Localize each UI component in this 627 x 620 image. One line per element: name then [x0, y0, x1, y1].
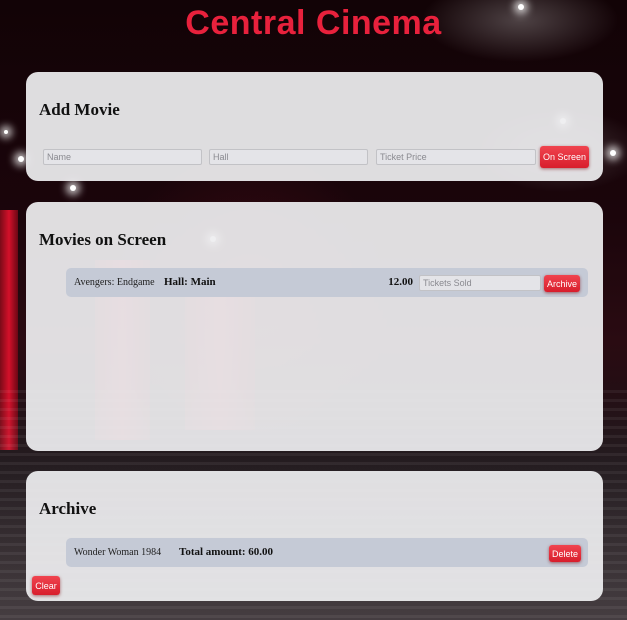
archived-total-amount: Total amount: 60.00 [179, 546, 274, 558]
light-sparkle [610, 150, 616, 156]
clear-button[interactable]: Clear [32, 576, 60, 595]
light-sparkle [4, 130, 8, 134]
movie-row: Avengers: Endgame Hall: Main 12.00 Archi… [66, 268, 588, 297]
movie-name: Avengers: Endgame [74, 277, 155, 288]
movie-hall: Hall: Main [164, 276, 216, 288]
archive-row: Wonder Woman 1984 Total amount: 60.00 De… [66, 538, 588, 567]
archive-heading: Archive [39, 499, 97, 518]
hall-input[interactable] [209, 149, 368, 165]
movies-on-screen-heading: Movies on Screen [39, 230, 167, 249]
light-sparkle [70, 185, 76, 191]
archive-button[interactable]: Archive [544, 275, 580, 292]
movie-price: 12.00 [388, 276, 413, 288]
movies-on-screen-panel: Movies on Screen Avengers: Endgame Hall:… [26, 202, 603, 451]
page-title: Central Cinema [185, 4, 442, 42]
tickets-sold-input[interactable] [419, 275, 541, 291]
delete-button[interactable]: Delete [549, 545, 581, 562]
on-screen-button[interactable]: On Screen [540, 146, 589, 168]
archived-movie-name: Wonder Woman 1984 [74, 547, 162, 558]
add-movie-panel: Add Movie On Screen [26, 72, 603, 181]
ticket-price-input[interactable] [376, 149, 536, 165]
archive-panel: Archive Wonder Woman 1984 Total amount: … [26, 471, 603, 601]
add-movie-heading: Add Movie [39, 100, 120, 119]
movie-name-input[interactable] [43, 149, 202, 165]
light-sparkle [18, 156, 24, 162]
